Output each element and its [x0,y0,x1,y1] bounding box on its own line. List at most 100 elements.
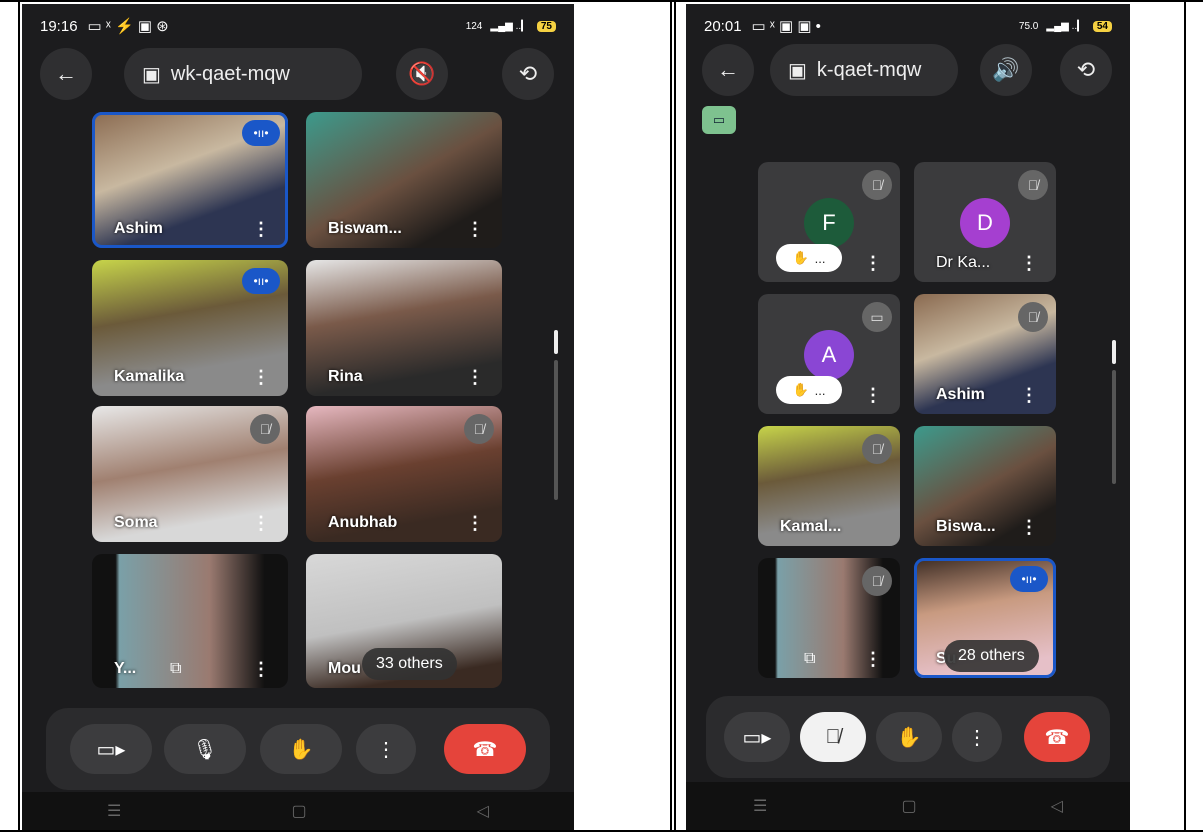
status-icons: ▭ ˣ ⚡ ▣ ⊛ [87,18,169,35]
scroll-indicator-active [1112,340,1116,364]
status-bar: 19:16 ▭ ˣ ⚡ ▣ ⊛ 124 ▂▄▆ ..▎ 75 [22,4,574,48]
speaker-off-icon[interactable]: 🔇 [396,48,448,100]
end-call-icon[interactable]: ☎ [444,724,526,774]
participant-tile[interactable]: ▭ A ✋... ⋮ [758,294,900,414]
participant-name: Dr Ka... [936,254,991,271]
more-vert-icon[interactable]: ⋮ [356,724,416,774]
participant-tile[interactable]: 🎙̸ Kamal... [758,426,900,546]
call-controls: ▭▸ 🎙̸ ✋ ⋮ ☎ [706,696,1110,778]
hand-icon[interactable]: ✋ [260,724,342,774]
mic-off-icon[interactable]: 🎙̸ [800,712,866,762]
participant-tile[interactable]: 🎙̸ Anubhab ⋮ [306,406,502,542]
more-vert-icon[interactable]: ⋮ [252,220,270,238]
present-icon: ▭ [862,302,892,332]
more-vert-icon[interactable]: ⋮ [864,650,882,668]
divider-middle-b [674,0,676,832]
participant-tile[interactable]: Biswa... ⋮ [914,426,1056,546]
android-nav-bar: ☰ ▢ ◁ [22,792,574,830]
scroll-indicator-active [554,330,558,354]
mic-off-icon: 🎙̸ [862,170,892,200]
home-icon[interactable]: ▢ [901,796,916,816]
battery-icon: 54 [1092,20,1112,32]
others-chip[interactable]: 33 others [362,648,457,680]
participant-name: Ashim [936,386,985,403]
participant-name: Biswa... [936,518,996,535]
raised-hand-chip: ✋... [776,376,842,404]
participant-tile[interactable]: Rina ⋮ [306,260,502,396]
camera-flip-icon[interactable]: ⟲ [1060,44,1112,96]
status-icons: ▭ ˣ ▣ ▣ • [751,18,821,35]
more-vert-icon[interactable]: ⋮ [864,254,882,272]
border-right [1184,0,1186,832]
participant-name: Mou [328,660,361,677]
scroll-indicator-track [1112,370,1116,484]
meeting-code-pill[interactable]: ▣ wk-qaet-mqw [124,48,362,100]
back-icon[interactable]: ◁ [1051,796,1063,816]
camera-flip-icon[interactable]: ⟲ [502,48,554,100]
more-vert-icon[interactable]: ⋮ [1020,254,1038,272]
hand-icon: ✋ [792,382,809,397]
back-arrow-icon[interactable]: ← [702,44,754,96]
more-vert-icon[interactable]: ⋮ [1020,386,1038,404]
scroll-indicator-track [554,360,558,500]
participant-name: Anubhab [328,514,398,531]
others-chip[interactable]: 28 others [944,640,1039,672]
more-vert-icon[interactable]: ⋮ [1020,518,1038,536]
more-vert-icon[interactable]: ⋮ [252,368,270,386]
participant-tile[interactable]: 🎙̸ Ashim ⋮ [914,294,1056,414]
participant-name: Biswam... [328,220,402,237]
participant-tile[interactable]: •ıı• Su 28 others [914,558,1056,678]
right-phone-screen: 20:01 ▭ ˣ ▣ ▣ • 75.0 ▂▄▆ ..▎ 54 ← ▣ k-qa… [686,4,1130,830]
participant-tile[interactable]: •ıı• Ashim ⋮ [92,112,288,248]
more-vert-icon[interactable]: ⋮ [252,514,270,532]
more-vert-icon[interactable]: ⋮ [864,386,882,404]
participant-name: Y... [114,660,137,677]
speaker-icon[interactable]: 🔊 [980,44,1032,96]
more-vert-icon[interactable]: ⋮ [952,712,1002,762]
battery-icon: 75 [536,20,556,32]
hand-icon[interactable]: ✋ [876,712,942,762]
hand-icon: ✋ [792,250,809,265]
back-arrow-icon[interactable]: ← [40,48,92,100]
participant-tile[interactable]: 🎙̸ D Dr Ka... ⋮ [914,162,1056,282]
participant-tile[interactable]: 🎙̸ ⧉ ⋮ [758,558,900,678]
menu-icon[interactable]: ☰ [753,796,767,816]
back-icon[interactable]: ◁ [477,801,489,821]
participant-tile[interactable]: Mou 33 others [306,554,502,688]
signal-icon: ▂▄▆ ..▎ [490,20,529,32]
present-icon: ⧉ [804,650,816,667]
mic-icon[interactable]: 🎙 [164,724,246,774]
more-vert-icon[interactable]: ⋮ [466,220,484,238]
participant-tile[interactable]: Y... ⧉ ⋮ [92,554,288,688]
mic-off-icon: 🎙̸ [250,414,280,444]
participant-tile[interactable]: 🎙̸ Soma ⋮ [92,406,288,542]
menu-icon[interactable]: ☰ [107,801,121,821]
participant-tile[interactable]: •ıı• Kamalika ⋮ [92,260,288,396]
mic-off-icon: 🎙̸ [464,414,494,444]
participant-tile[interactable]: 🎙̸ F ✋... ⋮ [758,162,900,282]
end-call-icon[interactable]: ☎ [1024,712,1090,762]
mic-off-icon: 🎙̸ [1018,302,1048,332]
status-time: 20:01 [704,17,742,35]
meeting-code-pill[interactable]: ▣ k-qaet-mqw [770,44,958,96]
calendar-icon: ▣ [788,59,807,82]
speaking-indicator-icon: •ıı• [242,120,280,146]
participant-name: Kamalika [114,368,185,385]
avatar: D [960,198,1010,248]
avatar: A [804,330,854,380]
more-vert-icon[interactable]: ⋮ [466,368,484,386]
home-icon[interactable]: ▢ [291,801,306,821]
participant-name: Ashim [114,220,163,237]
camera-icon[interactable]: ▭▸ [70,724,152,774]
more-vert-icon[interactable]: ⋮ [252,660,270,678]
participant-name: Rina [328,368,363,385]
network-speed: 75.0 [1018,20,1039,32]
android-nav-bar: ☰ ▢ ◁ [686,782,1130,830]
more-vert-icon[interactable]: ⋮ [466,514,484,532]
camera-icon[interactable]: ▭▸ [724,712,790,762]
present-icon[interactable]: ▭ [702,106,736,134]
status-time: 19:16 [40,17,78,35]
network-speed: 124 [465,20,483,32]
participant-tile[interactable]: Biswam... ⋮ [306,112,502,248]
raised-hand-chip: ✋... [776,244,842,272]
